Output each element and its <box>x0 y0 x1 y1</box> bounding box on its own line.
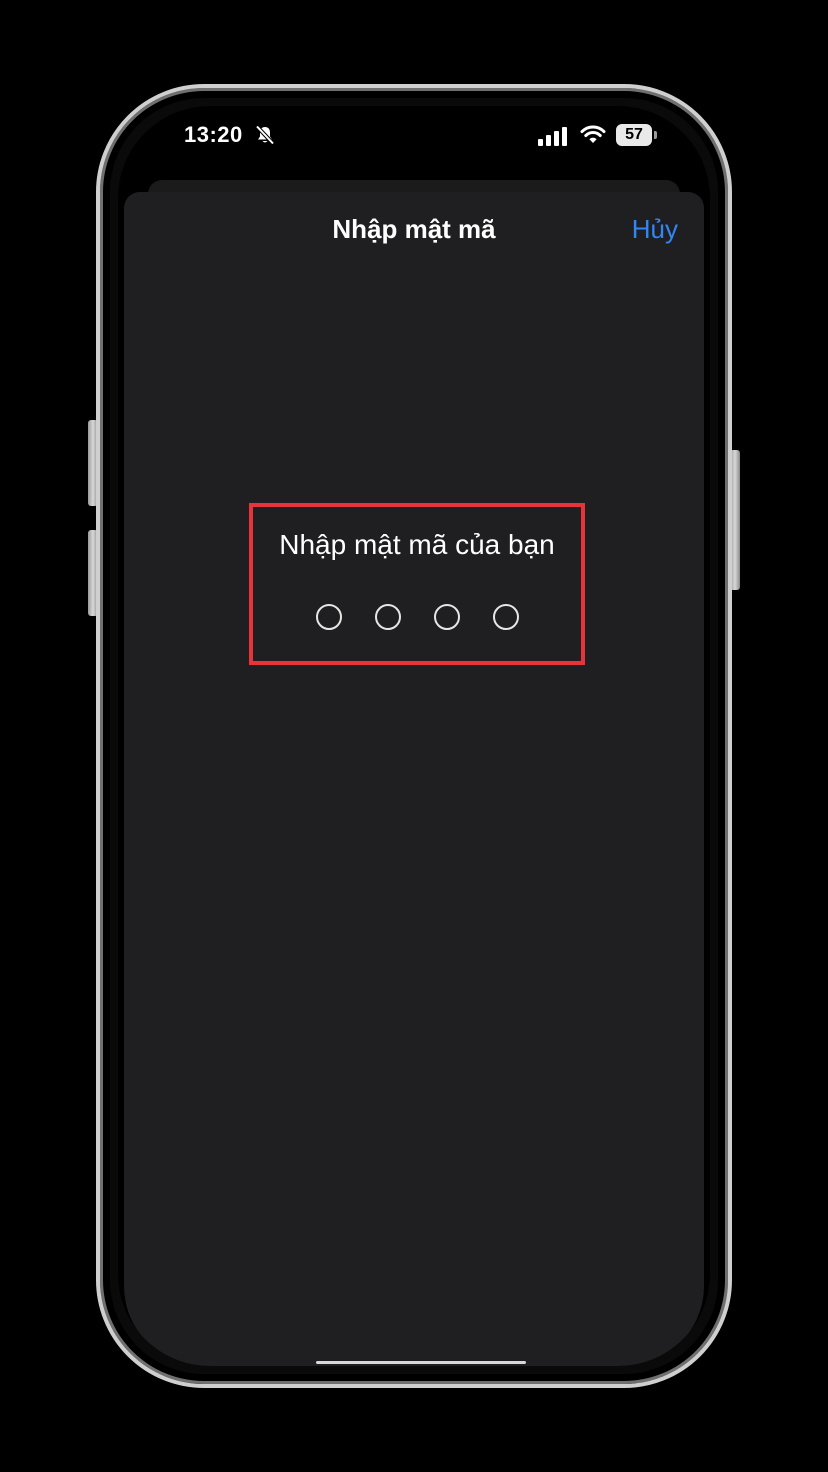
passcode-prompt: Nhập mật mã của bạn <box>279 529 555 560</box>
sheet-title: Nhập mật mã <box>332 214 496 244</box>
cellular-signal-icon <box>538 127 567 146</box>
status-bar: 13:20 57 <box>118 106 710 186</box>
passcode-dots[interactable] <box>253 604 581 630</box>
passcode-dot-1 <box>315 604 342 630</box>
phone-screen: 13:20 57 Nhập mật mã Hủy Nhập mật mã của… <box>118 106 710 1366</box>
passcode-sheet: Nhập mật mã Hủy Nhập mật mã của bạn <box>124 192 704 1366</box>
battery-tip <box>654 131 657 139</box>
bell-slash-icon <box>255 125 275 145</box>
passcode-dot-3 <box>433 604 460 630</box>
status-time: 13:20 <box>184 122 243 147</box>
screenshot-stage: 13:20 57 Nhập mật mã Hủy Nhập mật mã của… <box>0 0 828 1472</box>
passcode-highlight: Nhập mật mã của bạn <box>249 503 585 665</box>
battery-icon: 57 <box>616 124 658 146</box>
passcode-dot-2 <box>374 604 401 630</box>
passcode-dot-4 <box>492 604 519 630</box>
phone-frame: 13:20 57 Nhập mật mã Hủy Nhập mật mã của… <box>96 84 732 1388</box>
wifi-icon <box>580 125 606 143</box>
battery-level: 57 <box>616 124 652 146</box>
home-indicator[interactable] <box>316 1361 526 1364</box>
cancel-button[interactable]: Hủy <box>628 212 682 247</box>
